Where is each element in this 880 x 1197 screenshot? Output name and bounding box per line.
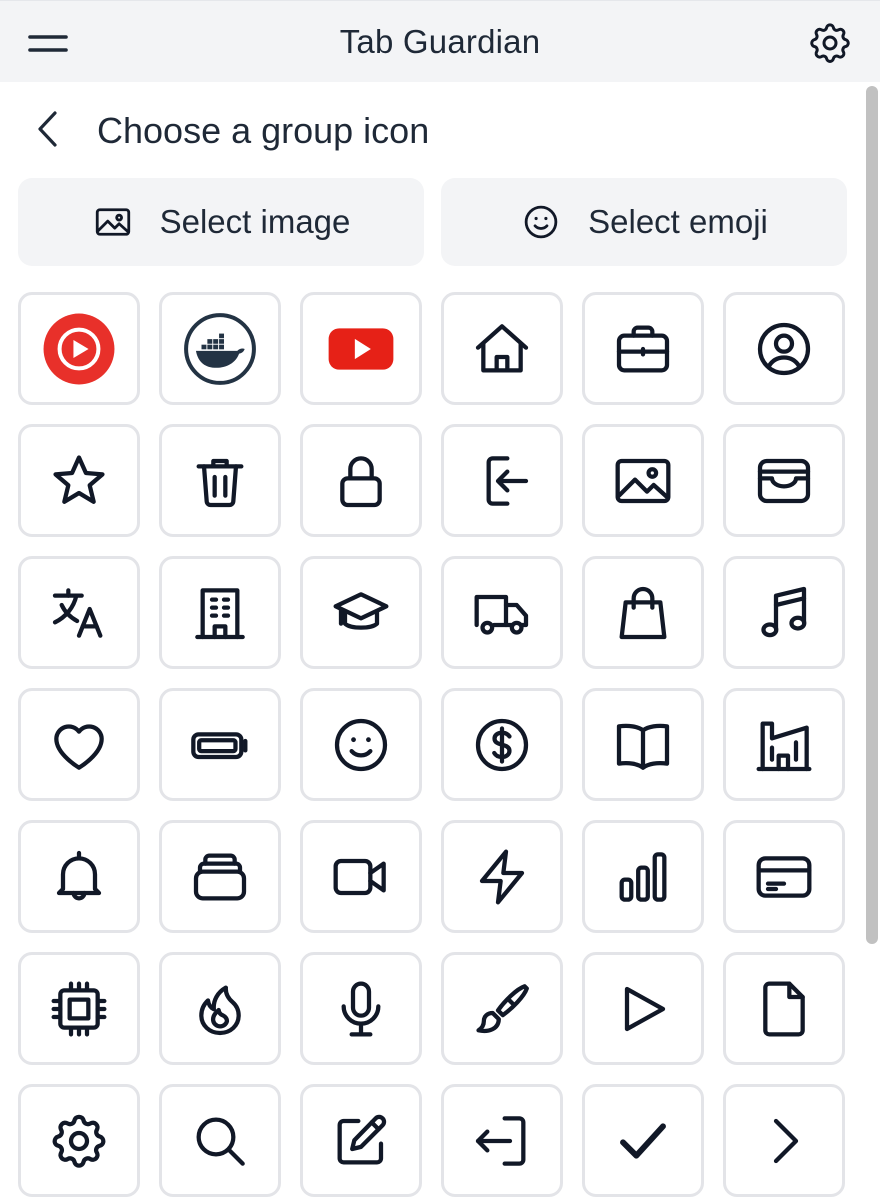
icon-option-truck[interactable] xyxy=(441,556,563,669)
icon-option-factory[interactable] xyxy=(723,688,845,801)
icon-option-shopping-bag[interactable] xyxy=(582,556,704,669)
select-emoji-button[interactable]: Select emoji xyxy=(441,178,847,266)
search-icon xyxy=(196,1117,245,1166)
document-icon xyxy=(763,981,805,1036)
icon-option-star[interactable] xyxy=(18,424,140,537)
bar-chart-icon xyxy=(619,851,667,902)
icon-option-stack[interactable] xyxy=(159,820,281,933)
gear-icon[interactable] xyxy=(806,19,854,67)
smiley-icon xyxy=(334,718,388,771)
cpu-chip-icon xyxy=(51,981,107,1036)
image-icon xyxy=(95,208,130,236)
select-emoji-label: Select emoji xyxy=(588,203,768,240)
bolt-icon xyxy=(479,849,525,904)
building-icon xyxy=(195,587,245,639)
icon-option-login[interactable] xyxy=(441,424,563,537)
home-icon xyxy=(475,323,529,372)
icon-option-youtube-music[interactable] xyxy=(18,292,140,405)
icon-option-graduation-cap[interactable] xyxy=(300,556,422,669)
check-icon xyxy=(620,1122,666,1159)
stack-icon xyxy=(193,853,247,900)
user-circle-icon xyxy=(757,322,811,375)
settings-icon xyxy=(52,1114,106,1168)
icon-option-video-camera[interactable] xyxy=(300,820,422,933)
trash-icon xyxy=(196,458,244,507)
docker-icon xyxy=(184,312,256,385)
smiley-icon xyxy=(524,205,558,239)
icon-option-wallet[interactable] xyxy=(723,424,845,537)
language-icon xyxy=(52,587,103,638)
icon-option-edit[interactable] xyxy=(300,1084,422,1197)
edit-icon xyxy=(337,1114,387,1164)
icon-option-docker[interactable] xyxy=(159,292,281,405)
icon-option-trash[interactable] xyxy=(159,424,281,537)
microphone-icon xyxy=(341,981,381,1036)
icon-option-youtube[interactable] xyxy=(300,292,422,405)
icon-option-lock[interactable] xyxy=(300,424,422,537)
icon-option-music-note[interactable] xyxy=(723,556,845,669)
icon-option-document[interactable] xyxy=(723,952,845,1065)
app-title: Tab Guardian xyxy=(339,23,541,60)
factory-icon xyxy=(756,721,812,771)
icon-option-fire[interactable] xyxy=(159,952,281,1065)
subheader: Choose a group icon xyxy=(0,96,860,166)
briefcase-icon xyxy=(616,325,670,372)
wallet-icon xyxy=(757,458,811,503)
page-title: Choose a group icon xyxy=(97,110,430,151)
icon-option-photo[interactable] xyxy=(582,424,704,537)
icon-option-language[interactable] xyxy=(18,556,140,669)
icon-option-settings[interactable] xyxy=(18,1084,140,1197)
icon-option-play[interactable] xyxy=(582,952,704,1065)
youtube-icon xyxy=(328,327,394,370)
dollar-coin-icon xyxy=(475,718,529,771)
select-image-label: Select image xyxy=(159,203,351,240)
icon-option-heart[interactable] xyxy=(18,688,140,801)
battery-icon xyxy=(191,731,248,759)
icon-option-bell[interactable] xyxy=(18,820,140,933)
credit-card-icon xyxy=(756,855,812,898)
paint-brush-icon xyxy=(476,983,529,1033)
star-icon xyxy=(53,454,105,504)
icon-option-dollar-coin[interactable] xyxy=(441,688,563,801)
bell-icon xyxy=(56,850,102,900)
lock-icon xyxy=(340,455,382,507)
shopping-bag-icon xyxy=(619,586,667,639)
icon-option-logout[interactable] xyxy=(441,1084,563,1197)
icon-option-briefcase[interactable] xyxy=(582,292,704,405)
play-icon xyxy=(624,986,666,1031)
icon-option-chevron-right[interactable] xyxy=(723,1084,845,1197)
icon-option-credit-card[interactable] xyxy=(723,820,845,933)
chevron-right-icon xyxy=(773,1118,799,1163)
logout-icon xyxy=(475,1115,526,1166)
icon-option-check[interactable] xyxy=(582,1084,704,1197)
fire-icon xyxy=(199,985,241,1035)
truck-icon xyxy=(474,594,529,635)
icon-option-building[interactable] xyxy=(159,556,281,669)
icon-option-cpu-chip[interactable] xyxy=(18,952,140,1065)
graduation-cap-icon xyxy=(333,591,389,630)
photo-icon xyxy=(615,458,671,503)
chevron-left-icon[interactable] xyxy=(28,108,72,152)
icon-option-bar-chart[interactable] xyxy=(582,820,704,933)
video-camera-icon xyxy=(333,858,386,895)
scrollbar-thumb[interactable] xyxy=(866,86,878,944)
icon-option-home[interactable] xyxy=(441,292,563,405)
icon-option-bolt[interactable] xyxy=(441,820,563,933)
icon-option-user-circle[interactable] xyxy=(723,292,845,405)
music-note-icon xyxy=(761,586,807,637)
icon-option-microphone[interactable] xyxy=(300,952,422,1065)
icon-option-battery[interactable] xyxy=(159,688,281,801)
icon-option-smiley[interactable] xyxy=(300,688,422,801)
icon-option-search[interactable] xyxy=(159,1084,281,1197)
app-header: Tab Guardian xyxy=(0,0,880,82)
heart-icon xyxy=(54,723,104,770)
login-icon xyxy=(486,455,529,506)
icon-option-book-open[interactable] xyxy=(582,688,704,801)
youtube-music-icon xyxy=(43,313,115,384)
book-open-icon xyxy=(616,723,670,770)
icon-option-paint-brush[interactable] xyxy=(441,952,563,1065)
select-image-button[interactable]: Select image xyxy=(18,178,424,266)
